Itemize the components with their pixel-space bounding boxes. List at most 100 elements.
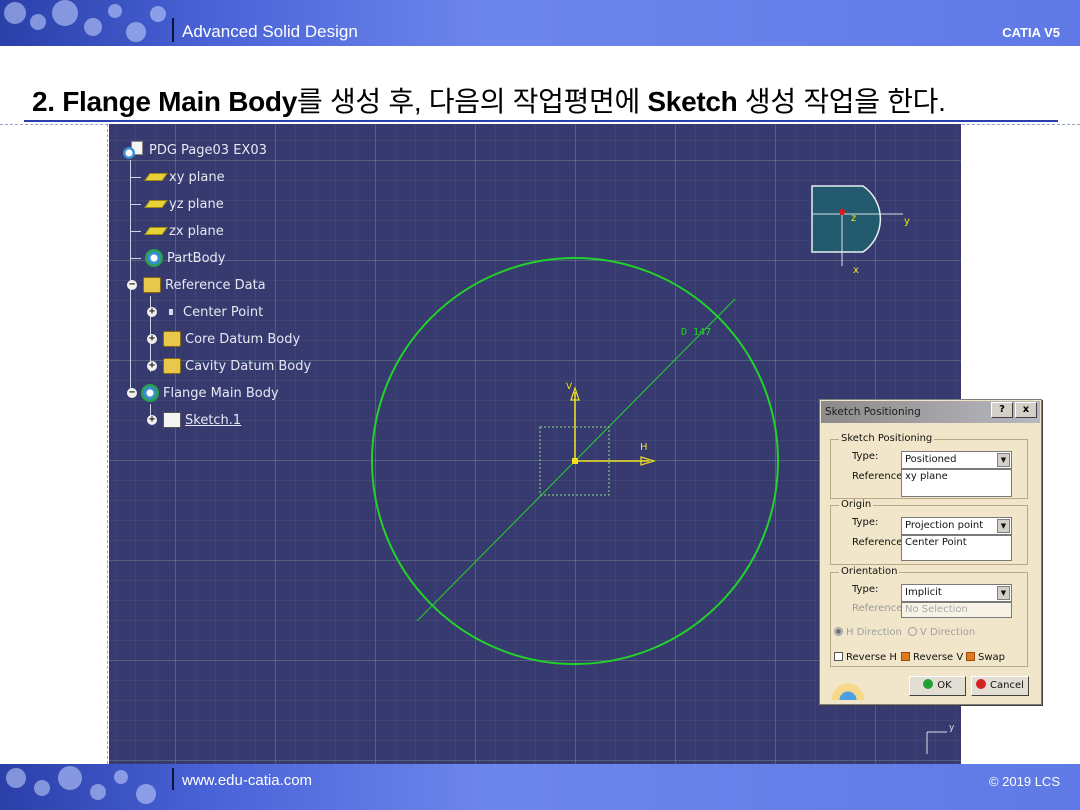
type-label: Type:	[852, 584, 879, 595]
tree-root-label: PDG Page03 EX03	[149, 142, 267, 158]
tree-item-label: zx plane	[169, 223, 224, 239]
footer-separator	[172, 768, 174, 790]
help-button[interactable]: ?	[991, 402, 1013, 418]
v-axis-label: V	[566, 382, 573, 392]
compass-origin	[839, 209, 845, 215]
select-value: Positioned	[905, 454, 957, 465]
sketch-positioning-dialog: Sketch Positioning ? x Sketch Positionin…	[819, 399, 1042, 705]
checkbox-indicator	[834, 652, 843, 661]
header-separator	[172, 18, 174, 42]
h-direction-radio: H Direction	[834, 627, 902, 638]
checkbox-indicator	[901, 652, 910, 661]
plane-icon	[144, 200, 168, 208]
tree-item-yz-plane[interactable]: yz plane	[131, 194, 224, 214]
swap-checkbox[interactable]: Swap	[966, 652, 1005, 663]
dialog-logo-icon	[824, 674, 864, 700]
origin-type-select[interactable]: Projection point ▼	[901, 517, 1012, 535]
tree-item-label: Flange Main Body	[163, 385, 279, 401]
tree-root[interactable]: PDG Page03 EX03	[123, 140, 267, 160]
compass-label-z: z	[851, 213, 857, 224]
header-decoration	[0, 0, 175, 46]
gear-icon	[145, 249, 163, 267]
reverse-v-checkbox[interactable]: Reverse V	[901, 652, 963, 663]
tree-item-partbody[interactable]: PartBody	[131, 248, 225, 268]
expand-icon[interactable]: +	[147, 361, 157, 371]
title-part-2: 를 생성 후, 다음의 작업평면에	[297, 86, 648, 117]
sketch-icon	[163, 412, 181, 428]
brand-label: CATIA V5	[1002, 25, 1060, 40]
title-underline	[24, 120, 1058, 122]
tree-item-label: PartBody	[167, 250, 226, 266]
tree-item-label: Center Point	[183, 304, 264, 320]
tree-item-label: yz plane	[169, 196, 224, 212]
orientation-reference-field: No Selection	[901, 602, 1012, 618]
plane-icon	[144, 173, 168, 181]
tree-item-cavity-datum-body[interactable]: + Cavity Datum Body	[147, 356, 311, 376]
h-direction-label: H Direction	[846, 627, 902, 638]
tree-item-label: Sketch.1	[185, 412, 242, 428]
tree-item-reference-data[interactable]: − Reference Data	[127, 275, 266, 295]
compass-quadrant	[811, 185, 882, 253]
slide-footer: www.edu-catia.com © 2019 LCS	[0, 764, 1080, 810]
cancel-icon	[976, 679, 987, 689]
tree-item-sketch-1[interactable]: + Sketch.1	[147, 410, 241, 430]
sketch-type-select[interactable]: Positioned ▼	[901, 451, 1012, 469]
tree-item-label: xy plane	[169, 169, 225, 185]
expand-icon[interactable]: +	[147, 307, 157, 317]
reverse-h-label: Reverse H	[846, 652, 897, 663]
dialog-title: Sketch Positioning	[825, 406, 921, 418]
plane-icon	[144, 227, 168, 235]
body-icon	[163, 331, 181, 347]
title-part-4: 생성 작업을 한다.	[737, 86, 946, 117]
h-axis-label: H	[640, 442, 648, 453]
collapse-icon[interactable]: −	[127, 388, 137, 398]
body-icon	[143, 277, 161, 293]
tree-item-zx-plane[interactable]: zx plane	[131, 221, 224, 241]
reverse-h-checkbox[interactable]: Reverse H	[834, 652, 897, 663]
expand-icon[interactable]: +	[147, 415, 157, 425]
origin-reference-field[interactable]: Center Point	[901, 535, 1012, 561]
reference-label: Reference:	[852, 603, 906, 614]
course-title: Advanced Solid Design	[182, 22, 358, 41]
expand-icon[interactable]: +	[147, 334, 157, 344]
tree-item-xy-plane[interactable]: xy plane	[131, 167, 225, 187]
tree-item-core-datum-body[interactable]: + Core Datum Body	[147, 329, 300, 349]
sketch-reference-field[interactable]: xy plane	[901, 469, 1012, 497]
group-title: Orientation	[839, 566, 900, 577]
triad-label-y: y	[949, 723, 955, 733]
guide-line-vertical	[107, 124, 108, 764]
reference-label: Reference:	[852, 537, 906, 548]
tree-item-flange-main-body[interactable]: − Flange Main Body	[127, 383, 279, 403]
radio-indicator	[908, 627, 917, 636]
compass-label-y: y	[904, 216, 910, 227]
cancel-button[interactable]: Cancel	[971, 676, 1029, 696]
title-part-3: Sketch	[647, 86, 738, 117]
radio-indicator	[834, 627, 843, 636]
center-point	[572, 458, 578, 464]
reverse-v-label: Reverse V	[913, 652, 964, 663]
footer-url: www.edu-catia.com	[182, 772, 313, 789]
v-direction-label: V Direction	[920, 627, 976, 638]
slide-title: 2. Flange Main Body를 생성 후, 다음의 작업평면에 Ske…	[32, 80, 946, 120]
copyright: © 2019 LCS	[988, 774, 1060, 789]
cancel-label: Cancel	[990, 680, 1024, 691]
chevron-down-icon[interactable]: ▼	[997, 586, 1010, 600]
collapse-icon[interactable]: −	[127, 280, 137, 290]
specification-tree: PDG Page03 EX03 xy plane yz plane zx pla…	[109, 124, 409, 444]
orientation-type-select[interactable]: Implicit ▼	[901, 584, 1012, 602]
select-value: Implicit	[905, 587, 942, 598]
orientation-group: Orientation Type: Implicit ▼ Reference: …	[830, 566, 1028, 667]
group-title: Sketch Positioning	[839, 433, 935, 444]
ok-label: OK	[937, 680, 952, 691]
chevron-down-icon[interactable]: ▼	[997, 519, 1010, 533]
gear-icon	[141, 384, 159, 402]
ok-button[interactable]: OK	[909, 676, 966, 696]
close-button[interactable]: x	[1015, 402, 1037, 418]
dimension-label[interactable]: D 147	[681, 327, 711, 338]
slide-header: Advanced Solid Design CATIA V5	[0, 0, 1080, 46]
tree-item-center-point[interactable]: + Center Point	[147, 302, 263, 322]
body-icon	[163, 358, 181, 374]
chevron-down-icon[interactable]: ▼	[997, 453, 1010, 467]
group-title: Origin	[839, 499, 874, 510]
tree-item-label: Reference Data	[165, 277, 266, 293]
